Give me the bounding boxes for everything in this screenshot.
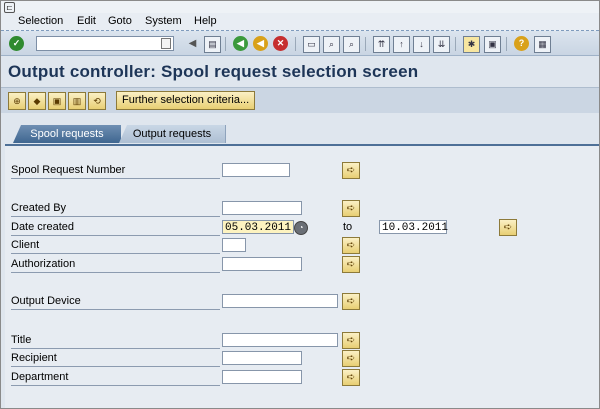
window-titlebar: ⊏: [1, 1, 599, 13]
toolbar-separator: [506, 37, 507, 51]
menu-goto[interactable]: Goto: [108, 15, 132, 27]
menu-selection[interactable]: Selection: [18, 15, 63, 27]
delete-icon[interactable]: ▥: [68, 92, 86, 110]
date-created-to-input[interactable]: 10.03.2011: [379, 220, 448, 234]
toolbar-separator: [295, 37, 296, 51]
authorization-input[interactable]: [222, 257, 302, 271]
authorization-label: Authorization: [11, 256, 220, 273]
department-label: Department: [11, 369, 220, 386]
back-icon[interactable]: ◀: [233, 36, 248, 51]
enter-check-icon[interactable]: ✓: [9, 36, 24, 51]
standard-toolbar: ✓ ◀ ▤ ◀ ◀ ✕ ▭ ⌕ ⌕ ⇈ ↑ ↓ ⇊ ✱ ▣ ? ▦: [1, 31, 599, 56]
refresh-icon[interactable]: ⟲: [88, 92, 106, 110]
create-session-icon[interactable]: ✱: [463, 36, 480, 53]
first-page-icon[interactable]: ⇈: [373, 36, 390, 53]
title-label: Title: [11, 332, 220, 349]
previous-page-icon[interactable]: ↑: [393, 36, 410, 53]
menu-help[interactable]: Help: [194, 15, 217, 27]
menu-system[interactable]: System: [145, 15, 182, 27]
date-created-from-input[interactable]: 05.03.2011: [222, 220, 294, 234]
exit-icon[interactable]: ◀: [253, 36, 268, 51]
toolbar-separator: [365, 37, 366, 51]
multiple-selection-arrow-icon[interactable]: ➪: [342, 350, 360, 367]
save-icon[interactable]: ▤: [204, 36, 221, 53]
execute-icon[interactable]: ⊕: [8, 92, 26, 110]
multiple-selection-arrow-icon[interactable]: ➪: [342, 332, 360, 349]
spool-request-number-label: Spool Request Number: [11, 162, 220, 179]
department-input[interactable]: [222, 370, 302, 384]
tab-output-requests[interactable]: Output requests: [119, 125, 226, 143]
multiple-selection-arrow-icon[interactable]: ➪: [342, 162, 360, 179]
find-icon[interactable]: ⌕: [323, 36, 340, 53]
shortcut-icon[interactable]: ▣: [484, 36, 501, 53]
multiple-selection-arrow-icon[interactable]: ➪: [342, 200, 360, 217]
help-icon[interactable]: ?: [514, 36, 529, 51]
further-selection-button[interactable]: Further selection criteria...: [116, 91, 256, 110]
application-toolbar: ⊕ ◆ ▣ ▥ ⟲ Further selection criteria...: [1, 87, 599, 114]
recipient-label: Recipient: [11, 350, 220, 367]
cancel-icon[interactable]: ✕: [273, 36, 288, 51]
selection-panel: Spool Request Number ➪ Created By ➪ Date…: [5, 144, 599, 408]
menu-bar: Selection Edit Goto System Help: [1, 13, 599, 31]
last-page-icon[interactable]: ⇊: [433, 36, 450, 53]
next-page-icon[interactable]: ↓: [413, 36, 430, 53]
spool-request-number-input[interactable]: [222, 163, 290, 177]
output-device-input[interactable]: [222, 294, 338, 308]
print-icon[interactable]: ▭: [303, 36, 320, 53]
date-to-label: to: [343, 221, 353, 233]
date-created-label: Date created: [11, 219, 220, 236]
find-next-icon[interactable]: ⌕: [343, 36, 360, 53]
system-menu-icon[interactable]: ⊏: [4, 2, 15, 13]
value-help-icon[interactable]: ◔: [294, 221, 308, 235]
client-input[interactable]: [222, 238, 246, 252]
recipient-input[interactable]: [222, 351, 302, 365]
multiple-selection-arrow-icon[interactable]: ➪: [499, 219, 517, 236]
title-input[interactable]: [222, 333, 338, 347]
command-history-button[interactable]: [161, 38, 171, 49]
multiple-selection-arrow-icon[interactable]: ➪: [342, 237, 360, 254]
tab-strip: Spool requests Output requests: [1, 113, 599, 145]
toolbar-separator: [455, 37, 456, 51]
command-field[interactable]: [36, 36, 174, 51]
multiple-selection-arrow-icon[interactable]: ➪: [342, 256, 360, 273]
created-by-input[interactable]: [222, 201, 302, 215]
variant-icon[interactable]: ◆: [28, 92, 46, 110]
client-label: Client: [11, 237, 220, 254]
menu-edit[interactable]: Edit: [77, 15, 96, 27]
output-device-label: Output Device: [11, 293, 220, 310]
created-by-label: Created By: [11, 200, 220, 217]
sap-window: ⊏ Selection Edit Goto System Help ✓ ◀ ▤ …: [0, 0, 600, 409]
multiple-selection-arrow-icon[interactable]: ➪: [342, 293, 360, 310]
title-area: Output controller: Spool request selecti…: [1, 56, 599, 86]
customize-layout-icon[interactable]: ▦: [534, 36, 551, 53]
tab-spool-requests[interactable]: Spool requests: [13, 125, 121, 143]
page-title: Output controller: Spool request selecti…: [8, 62, 419, 81]
multiple-selection-arrow-icon[interactable]: ➪: [342, 369, 360, 386]
save-variant-icon[interactable]: ▣: [48, 92, 66, 110]
toolbar-separator: [225, 37, 226, 51]
collapse-command-icon[interactable]: ◀: [185, 36, 200, 51]
